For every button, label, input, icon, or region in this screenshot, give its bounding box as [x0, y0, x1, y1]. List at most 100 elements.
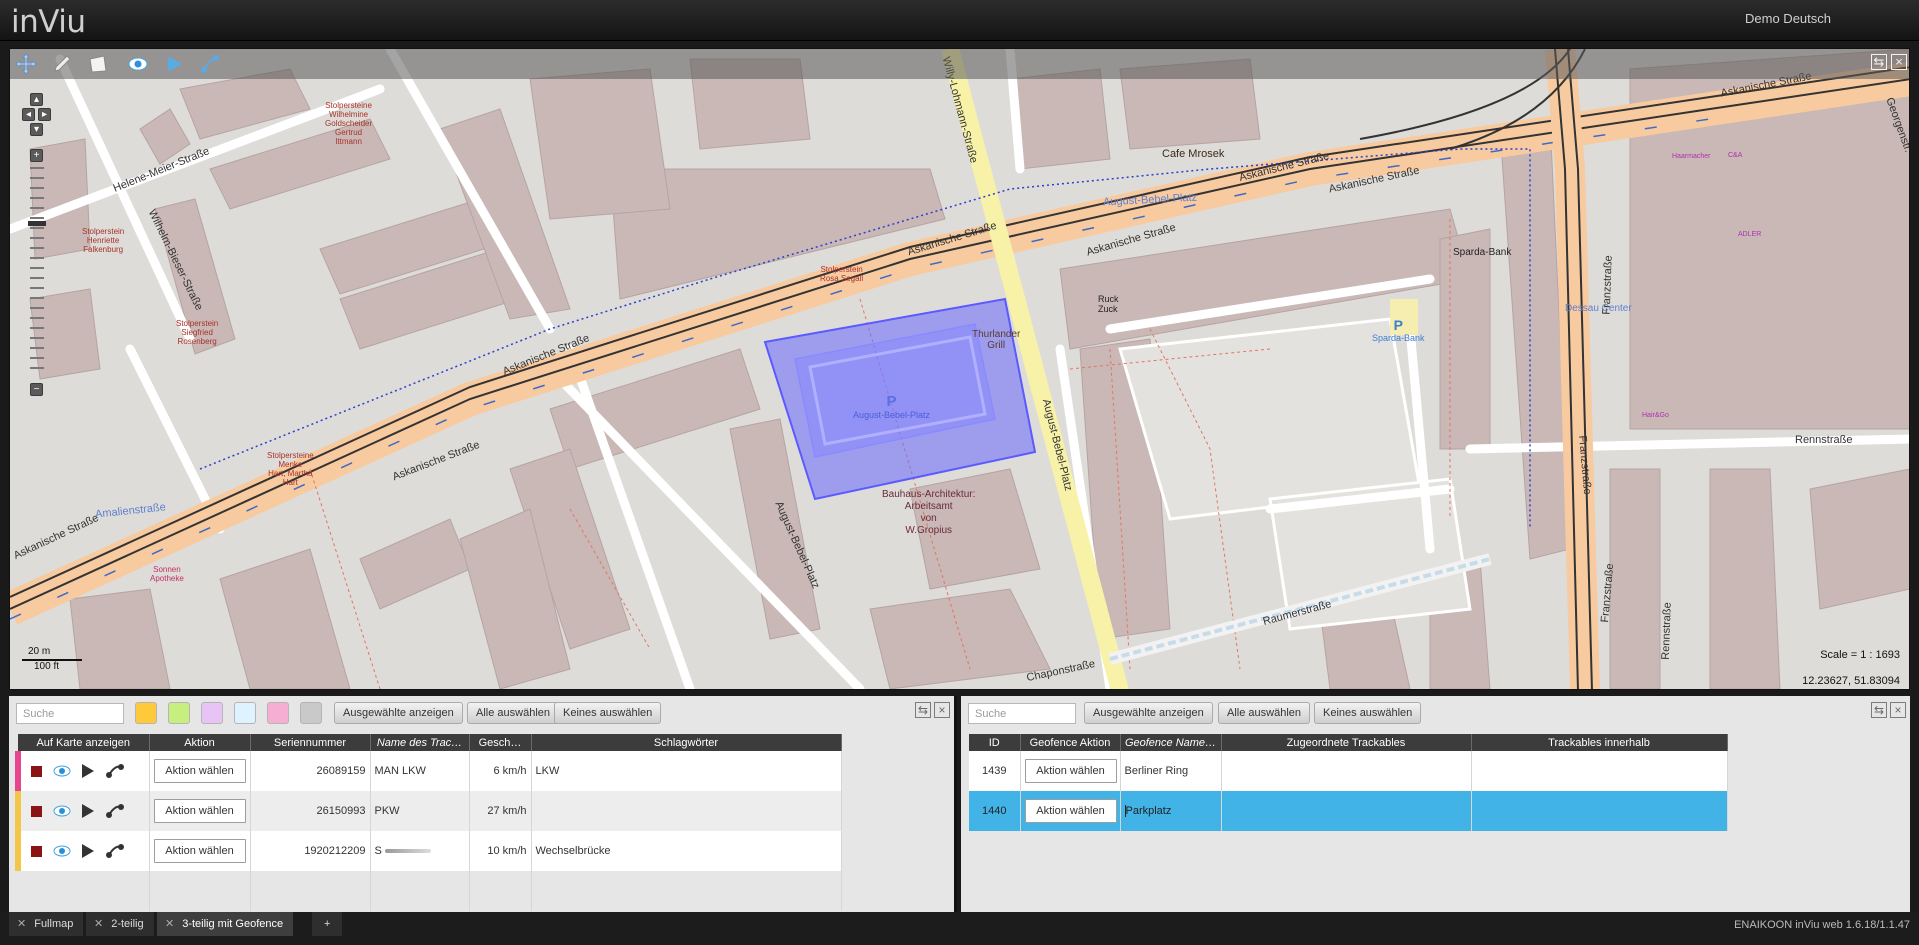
geofence-select-all-button[interactable]: Alle auswählen	[1218, 702, 1310, 724]
add-tab-button[interactable]: +	[312, 912, 343, 936]
trackables-restore-button[interactable]: ⇆	[915, 702, 931, 718]
parking-icon: P	[886, 393, 897, 410]
user-menu[interactable]: Demo Deutsch	[1745, 11, 1831, 26]
color-filter-green[interactable]	[168, 702, 190, 724]
stop-icon[interactable]	[31, 765, 42, 777]
map-label-thurlander: Thurlander Grill	[972, 329, 1021, 351]
geofence-restore-button[interactable]: ⇆	[1871, 702, 1887, 718]
action-select-button[interactable]: Aktion wählen	[153, 759, 246, 783]
trackables-close-button[interactable]: ×	[934, 702, 950, 718]
col-trackables-inside[interactable]: Trackables innerhalb	[1471, 734, 1728, 751]
track-icon[interactable]	[105, 763, 125, 779]
map-close-button[interactable]: ×	[1891, 54, 1907, 70]
play-icon[interactable]	[81, 843, 95, 859]
table-row[interactable]: Aktion wählen 26150993 PKW 27 km/h	[15, 791, 842, 831]
color-filter-grey[interactable]	[300, 702, 322, 724]
zoom-slider[interactable]	[30, 167, 44, 377]
show-selected-button[interactable]: Ausgewählte anzeigen	[334, 702, 463, 724]
view-tool[interactable]	[126, 53, 150, 75]
play-icon[interactable]	[81, 763, 95, 779]
map-label-stolper-segall: Stolperstein Rosa Segall	[820, 265, 864, 283]
col-id[interactable]: ID	[969, 734, 1021, 751]
col-tags[interactable]: Schlagwörter	[531, 734, 842, 751]
geofence-show-selected-button[interactable]: Ausgewählte anzeigen	[1084, 702, 1213, 724]
track-icon[interactable]	[105, 843, 125, 859]
action-cell: Aktion wählen	[1020, 791, 1121, 831]
pan-left-button[interactable]: ◂	[22, 108, 35, 121]
map-canvas[interactable]	[10, 49, 1910, 690]
geofence-header-row: ID Geofence Aktion Geofence Name… Zugeor…	[969, 734, 1728, 751]
col-action[interactable]: Aktion	[149, 734, 251, 751]
map-label-renn-1: Rennstraße	[1795, 434, 1853, 446]
color-filter-purple[interactable]	[201, 702, 223, 724]
table-row-selected[interactable]: 1440 Aktion wählen Parkplatz	[969, 791, 1728, 831]
color-filter-yellow[interactable]	[135, 702, 157, 724]
pan-down-button[interactable]: ▾	[30, 123, 43, 136]
map-label-dessau-center: Dessau Center	[1565, 303, 1632, 314]
eye-icon[interactable]	[53, 845, 71, 857]
close-icon[interactable]: ✕	[17, 918, 26, 930]
assigned-cell	[1221, 751, 1472, 791]
geofence-select-none-button[interactable]: Keines auswählen	[1314, 702, 1422, 724]
zoom-slider-handle[interactable]	[28, 221, 46, 226]
select-all-button[interactable]: Alle auswählen	[467, 702, 559, 724]
table-row[interactable]: 1439 Aktion wählen Berliner Ring	[969, 751, 1728, 791]
pencil-icon	[54, 55, 71, 72]
map-view[interactable]: Askanische Straße Askanische Straße Aska…	[9, 48, 1910, 690]
play-icon[interactable]	[81, 803, 95, 819]
zoom-out-button[interactable]: −	[30, 383, 43, 396]
action-select-button[interactable]: Aktion wählen	[153, 799, 246, 823]
geofence-search-input[interactable]	[968, 703, 1076, 724]
color-filter-pink[interactable]	[267, 702, 289, 724]
select-none-button[interactable]: Keines auswählen	[554, 702, 662, 724]
tab-label: 3-teilig mit Geofence	[182, 918, 284, 930]
geofence-name-cell[interactable]: Parkplatz	[1120, 791, 1222, 831]
eye-icon[interactable]	[53, 805, 71, 817]
pan-tool[interactable]	[14, 53, 38, 75]
color-filter-blue[interactable]	[234, 702, 256, 724]
col-show-on-map[interactable]: Auf Karte anzeigen	[18, 734, 150, 751]
draw-tool[interactable]	[50, 53, 74, 75]
eye-icon	[128, 57, 148, 71]
stop-icon[interactable]	[31, 805, 42, 817]
inside-cell	[1471, 751, 1728, 791]
action-select-button[interactable]: Aktion wählen	[153, 839, 246, 863]
close-icon[interactable]: ✕	[94, 918, 103, 930]
close-icon[interactable]: ✕	[165, 918, 174, 930]
tab-fullmap[interactable]: ✕ Fullmap	[9, 912, 84, 936]
speed-cell: 10 km/h	[469, 831, 532, 871]
col-speed[interactable]: Gesch…	[469, 734, 532, 751]
polygon-tool[interactable]	[86, 53, 110, 75]
col-assigned-trackables[interactable]: Zugeordnete Trackables	[1221, 734, 1472, 751]
scale-bar: 20 m 100 ft	[22, 646, 82, 676]
geofence-close-button[interactable]: ×	[1890, 702, 1906, 718]
eye-icon[interactable]	[53, 765, 71, 777]
table-row[interactable]: Aktion wählen 26089159 MAN LKW 6 km/h LK…	[15, 751, 842, 791]
action-cell: Aktion wählen	[149, 831, 251, 871]
play-tool[interactable]	[162, 53, 186, 75]
geofence-action-button[interactable]: Aktion wählen	[1024, 799, 1117, 823]
table-row[interactable]: Aktion wählen 1920212209 S 10 km/h Wechs…	[15, 831, 842, 871]
pan-up-button[interactable]: ▴	[30, 93, 43, 106]
scale-metric: 20 m	[28, 646, 51, 657]
col-geofence-name[interactable]: Geofence Name…	[1120, 734, 1222, 751]
map-scale-text: Scale = 1 : 1693	[1820, 649, 1900, 661]
tags-cell: Wechselbrücke	[531, 831, 842, 871]
stop-icon[interactable]	[31, 845, 42, 857]
parking-label: August-Bebel-Platz	[853, 410, 931, 420]
pan-right-button[interactable]: ▸	[38, 108, 51, 121]
track-icon[interactable]	[105, 803, 125, 819]
tab-3-teilig-mit-geofence[interactable]: ✕ 3-teilig mit Geofence	[157, 912, 294, 936]
track-tool[interactable]	[198, 53, 222, 75]
map-controls-cell	[15, 751, 150, 791]
trackables-search-input[interactable]	[16, 703, 124, 724]
col-geofence-action[interactable]: Geofence Aktion	[1020, 734, 1121, 751]
name-cell: MAN LKW	[370, 751, 470, 791]
geofence-action-button[interactable]: Aktion wählen	[1024, 759, 1117, 783]
tab-2-teilig[interactable]: ✕ 2-teilig	[86, 912, 154, 936]
col-serial[interactable]: Seriennummer	[250, 734, 371, 751]
serial-cell: 1920212209	[250, 831, 371, 871]
zoom-in-button[interactable]: +	[30, 149, 43, 162]
col-name[interactable]: Name des Trac…	[370, 734, 470, 751]
map-restore-button[interactable]: ⇆	[1871, 54, 1887, 70]
